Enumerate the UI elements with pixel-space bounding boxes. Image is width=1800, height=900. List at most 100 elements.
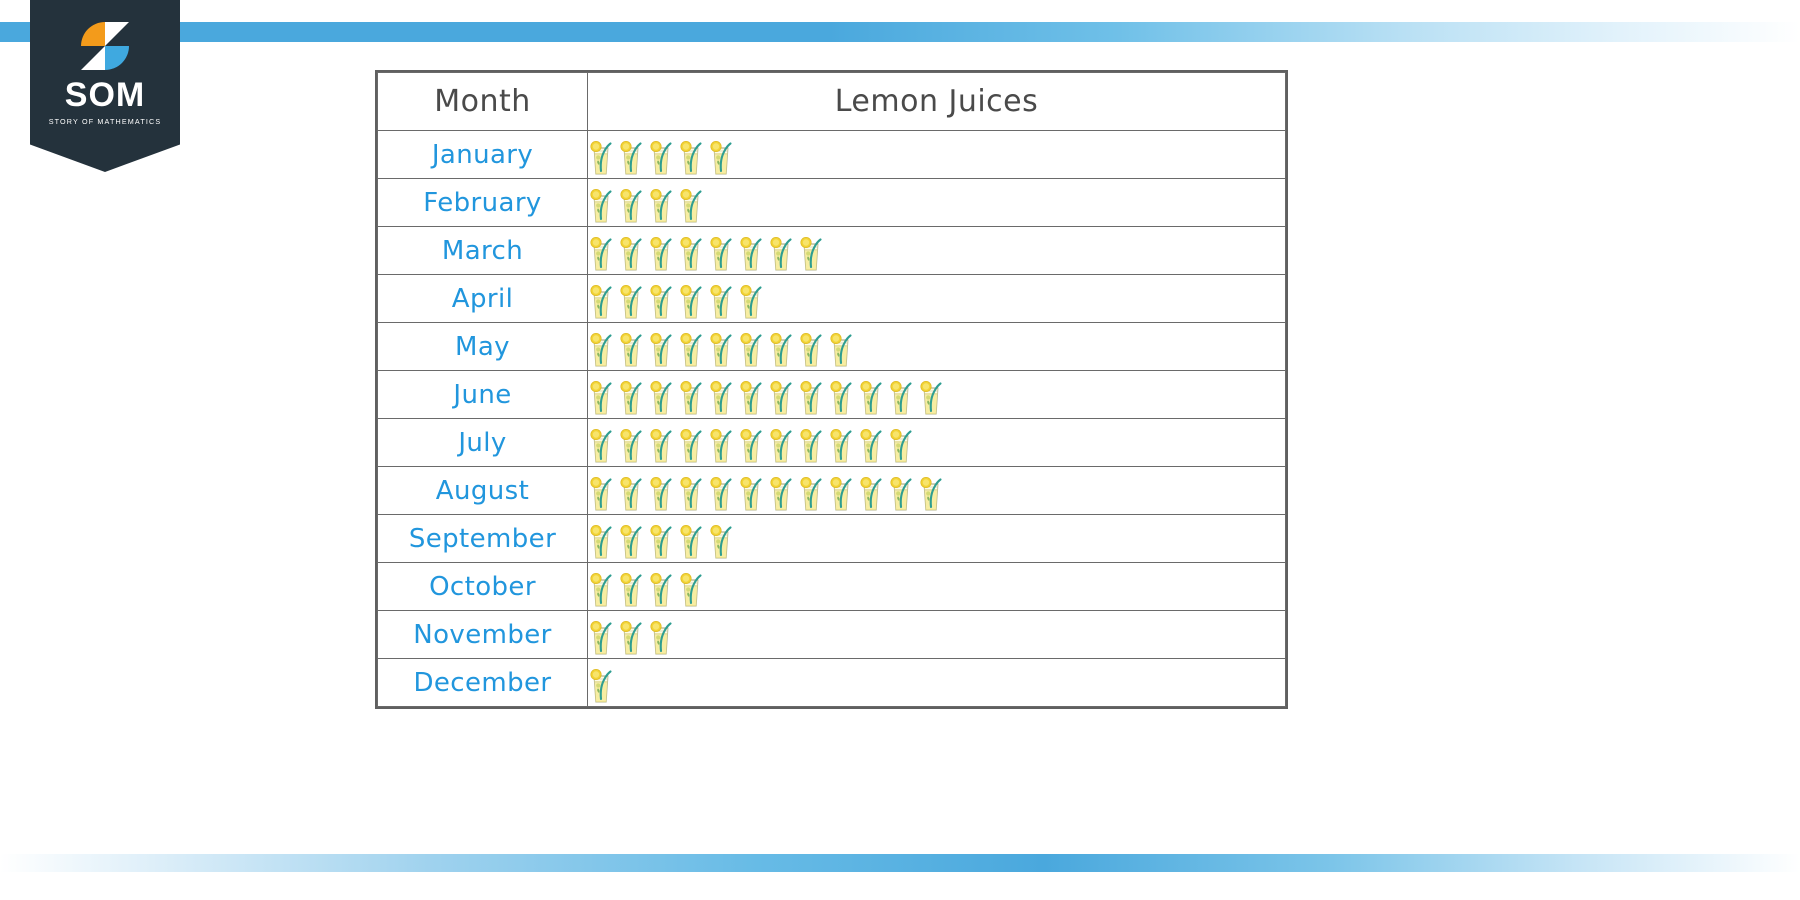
lemon-juice-glass-icon xyxy=(589,470,615,512)
lemon-juice-glass-icon xyxy=(678,374,704,416)
som-s-mark-icon xyxy=(79,20,131,72)
lemon-juice-glass-icon xyxy=(858,374,884,416)
lemon-juice-glass-icon xyxy=(738,230,764,272)
lemon-juice-glass-icon xyxy=(618,182,644,224)
lemon-juice-glass-icon xyxy=(618,518,644,560)
icon-cell-october xyxy=(587,562,1286,611)
lemon-juice-glass-icon xyxy=(738,278,764,320)
lemon-juice-glass-icon xyxy=(708,134,734,176)
lemon-juice-glass-icon xyxy=(648,326,674,368)
glass-icon-group xyxy=(589,468,1285,514)
lemon-juice-glass-icon xyxy=(648,182,674,224)
lemon-juice-glass-icon xyxy=(618,230,644,272)
table-head: Month Lemon Juices xyxy=(377,72,1286,131)
lemon-juice-glass-icon xyxy=(678,230,704,272)
icon-cell-may xyxy=(587,322,1286,371)
lemon-juice-glass-icon xyxy=(648,374,674,416)
lemon-juice-glass-icon xyxy=(828,470,854,512)
table-row: June xyxy=(377,370,1286,419)
lemon-juice-glass-icon xyxy=(858,422,884,464)
lemon-juice-glass-icon xyxy=(618,374,644,416)
glass-icon-group xyxy=(589,372,1285,418)
lemon-juice-glass-icon xyxy=(618,422,644,464)
lemon-juice-glass-icon xyxy=(589,182,615,224)
glass-icon-group xyxy=(589,276,1285,322)
lemon-juice-glass-icon xyxy=(828,326,854,368)
lemon-juice-glass-icon xyxy=(858,470,884,512)
glass-icon-group xyxy=(589,180,1285,226)
table-body: January February March April May June Ju… xyxy=(377,130,1286,707)
icon-cell-june xyxy=(587,370,1286,419)
lemon-juice-glass-icon xyxy=(828,422,854,464)
pictograph-table-wrapper: Month Lemon Juices January February Marc… xyxy=(375,70,1288,709)
table-row: April xyxy=(377,274,1286,323)
table-row: July xyxy=(377,418,1286,467)
lemon-juice-glass-icon xyxy=(648,566,674,608)
lemon-juice-glass-icon xyxy=(738,374,764,416)
lemon-juice-glass-icon xyxy=(589,134,615,176)
lemon-juice-glass-icon xyxy=(648,422,674,464)
lemon-juice-glass-icon xyxy=(589,566,615,608)
table-row: November xyxy=(377,610,1286,659)
icon-cell-august xyxy=(587,466,1286,515)
lemon-juice-glass-icon xyxy=(738,326,764,368)
lemon-juice-glass-icon xyxy=(648,518,674,560)
top-decorative-bar xyxy=(0,22,1800,42)
lemon-juice-glass-icon xyxy=(798,326,824,368)
lemon-juice-glass-icon xyxy=(828,374,854,416)
lemon-juice-glass-icon xyxy=(798,230,824,272)
month-label-september: September xyxy=(377,514,588,563)
lemon-juice-glass-icon xyxy=(708,230,734,272)
month-label-february: February xyxy=(377,178,588,227)
glass-icon-group xyxy=(589,324,1285,370)
icon-cell-march xyxy=(587,226,1286,275)
lemon-juice-glass-icon xyxy=(589,614,615,656)
lemon-juice-glass-icon xyxy=(648,470,674,512)
lemon-juice-glass-icon xyxy=(618,326,644,368)
lemon-juice-glass-icon xyxy=(648,278,674,320)
lemon-juice-glass-icon xyxy=(648,230,674,272)
icon-cell-february xyxy=(587,178,1286,227)
lemon-juice-glass-icon xyxy=(678,566,704,608)
lemon-juice-glass-icon xyxy=(648,614,674,656)
month-label-june: June xyxy=(377,370,588,419)
lemon-juice-glass-icon xyxy=(888,374,914,416)
icon-cell-december xyxy=(587,658,1286,707)
month-label-march: March xyxy=(377,226,588,275)
page-root: SOM STORY OF MATHEMATICS Month Lemon Jui… xyxy=(0,0,1800,900)
glass-icon-group xyxy=(589,228,1285,274)
lemon-juice-glass-icon xyxy=(589,230,615,272)
month-label-august: August xyxy=(377,466,588,515)
table-row: October xyxy=(377,562,1286,611)
lemon-juice-glass-icon xyxy=(768,374,794,416)
lemon-juice-glass-icon xyxy=(918,374,944,416)
table-row: September xyxy=(377,514,1286,563)
lemon-juice-glass-icon xyxy=(798,422,824,464)
glass-icon-group xyxy=(589,564,1285,610)
glass-icon-group xyxy=(589,420,1285,466)
table-header-row: Month Lemon Juices xyxy=(377,72,1286,131)
glass-icon-group xyxy=(589,132,1285,178)
lemon-juice-glass-icon xyxy=(708,470,734,512)
lemon-juice-glass-icon xyxy=(678,134,704,176)
lemon-juice-glass-icon xyxy=(618,614,644,656)
lemon-juice-glass-icon xyxy=(708,422,734,464)
lemon-juice-glass-icon xyxy=(589,326,615,368)
glass-icon-group xyxy=(589,612,1285,658)
lemon-juice-glass-icon xyxy=(738,422,764,464)
lemon-juice-glass-icon xyxy=(618,134,644,176)
icon-cell-january xyxy=(587,130,1286,179)
lemon-juice-glass-icon xyxy=(708,278,734,320)
lemon-juice-glass-icon xyxy=(678,470,704,512)
icon-cell-november xyxy=(587,610,1286,659)
icon-cell-september xyxy=(587,514,1286,563)
glass-icon-group xyxy=(589,660,1285,706)
lemon-juice-glass-icon xyxy=(768,326,794,368)
lemon-juice-glass-icon xyxy=(589,662,615,704)
table-row: May xyxy=(377,322,1286,371)
lemon-juice-glass-icon xyxy=(678,518,704,560)
lemon-juice-glass-icon xyxy=(618,566,644,608)
lemon-juice-glass-icon xyxy=(888,470,914,512)
table-row: December xyxy=(377,658,1286,707)
lemon-juice-glass-icon xyxy=(798,470,824,512)
